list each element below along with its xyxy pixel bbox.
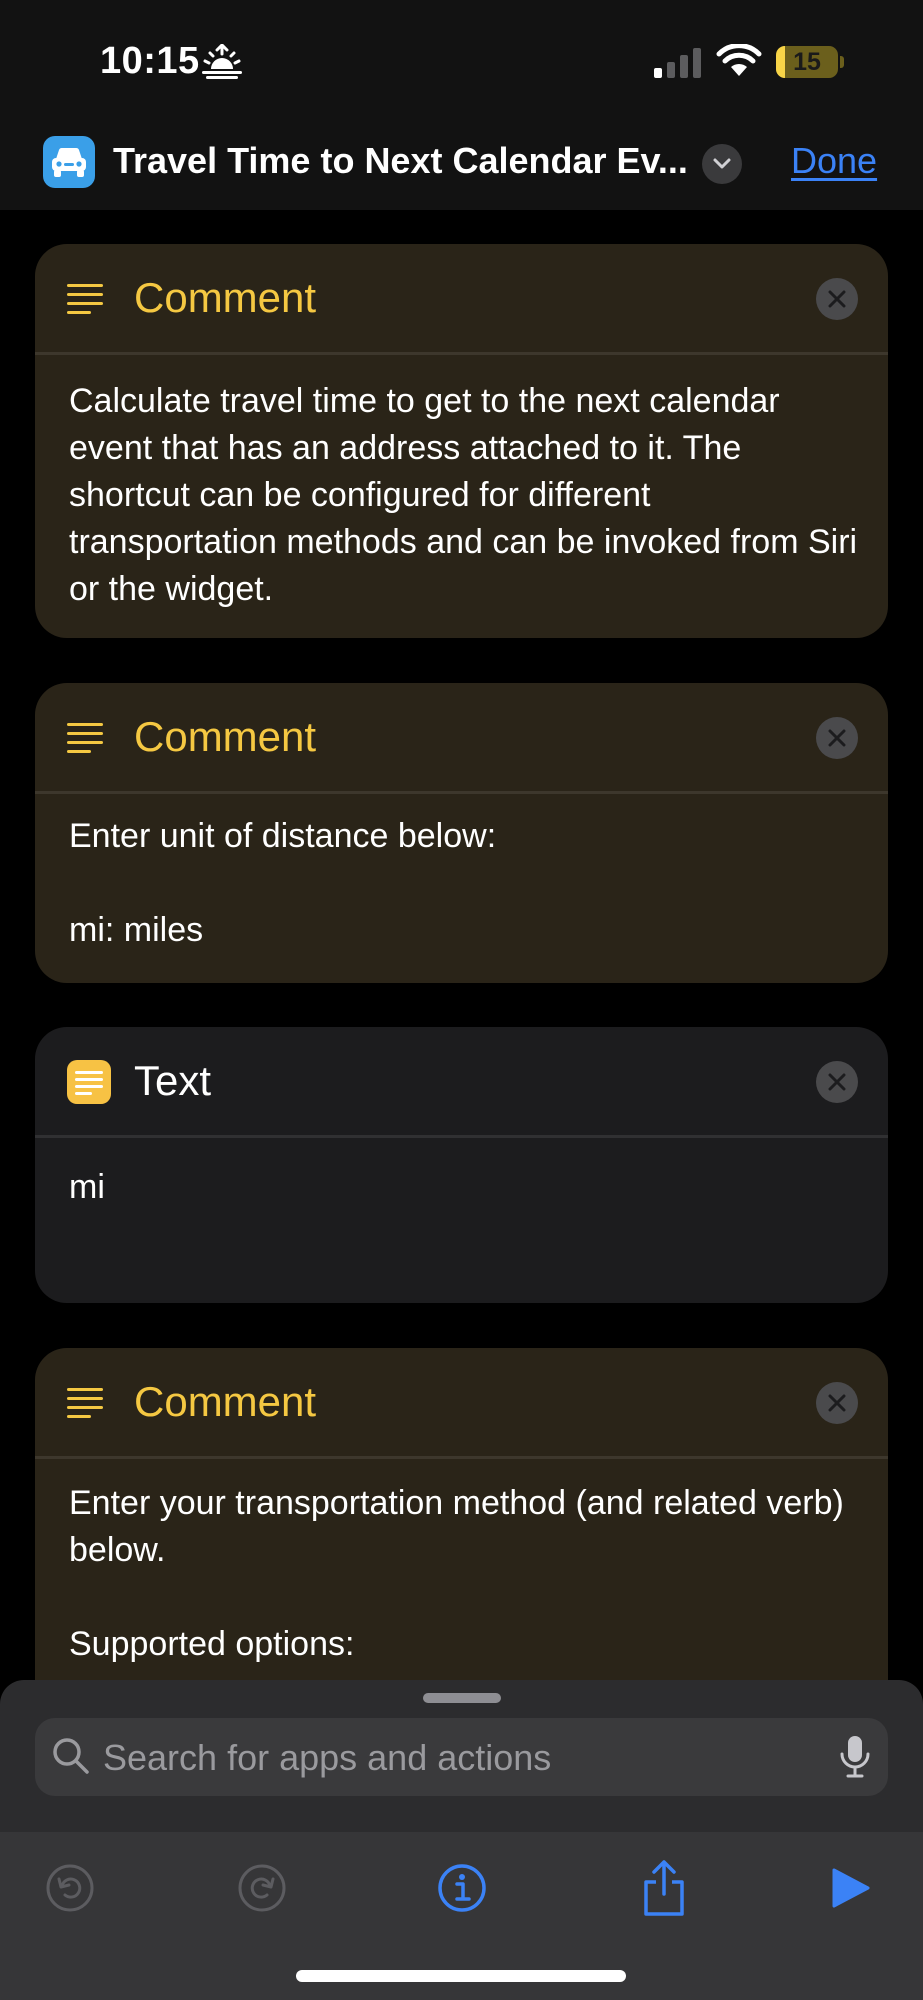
car-icon [52, 147, 86, 177]
microphone-icon[interactable] [838, 1734, 872, 1780]
info-icon[interactable] [430, 1856, 494, 1920]
close-icon [828, 290, 846, 308]
card-divider [35, 791, 888, 794]
card-header: Comment [35, 244, 888, 354]
card-divider [35, 1456, 888, 1459]
comment-action-card[interactable]: Comment Enter unit of distance below: mi… [35, 683, 888, 983]
cellular-signal-icon [654, 48, 701, 78]
comment-text[interactable]: Enter your transportation method (and re… [69, 1480, 858, 1668]
remove-action-button[interactable] [816, 1382, 858, 1424]
text-action-card[interactable]: Text mi [35, 1027, 888, 1303]
text-action-icon [67, 1060, 111, 1104]
battery-icon: 15 [776, 46, 838, 78]
play-icon[interactable] [818, 1856, 882, 1920]
close-icon [828, 729, 846, 747]
share-icon[interactable] [632, 1856, 696, 1920]
done-button[interactable]: Done [791, 140, 877, 182]
redo-icon[interactable] [230, 1856, 294, 1920]
card-title: Comment [134, 713, 317, 760]
text-lines-icon [75, 1071, 103, 1095]
wifi-icon [716, 44, 762, 76]
remove-action-button[interactable] [816, 278, 858, 320]
card-divider [35, 1135, 888, 1138]
card-header: Text [35, 1027, 888, 1137]
close-icon [828, 1073, 846, 1091]
close-icon [828, 1394, 846, 1412]
comment-text[interactable]: Calculate travel time to get to the next… [69, 378, 858, 613]
text-value-field[interactable]: mi [69, 1164, 858, 1211]
comment-action-card[interactable]: Comment Calculate travel time to get to … [35, 244, 888, 638]
shortcut-title[interactable]: Travel Time to Next Calendar Ev... [113, 140, 688, 182]
battery-nub [840, 56, 844, 68]
card-divider [35, 352, 888, 355]
card-title: Comment [134, 1378, 317, 1425]
shortcut-app-icon[interactable] [43, 136, 95, 188]
sheet-grabber[interactable] [423, 1693, 501, 1703]
sunrise-icon [202, 44, 242, 79]
comment-lines-icon [67, 284, 103, 314]
remove-action-button[interactable] [816, 717, 858, 759]
nav-bar: Travel Time to Next Calendar Ev... Done [0, 120, 923, 210]
home-indicator [296, 1970, 626, 1982]
status-bar: 10:15 15 [0, 0, 923, 120]
action-search-sheet [0, 1680, 923, 2000]
undo-icon[interactable] [38, 1856, 102, 1920]
comment-lines-icon [67, 723, 103, 753]
search-input[interactable] [101, 1718, 825, 1798]
card-title: Text [134, 1057, 212, 1104]
battery-level: 15 [793, 48, 821, 76]
remove-action-button[interactable] [816, 1061, 858, 1103]
status-time: 10:15 [100, 40, 200, 82]
chevron-down-icon [713, 158, 731, 169]
comment-text[interactable]: Enter unit of distance below: mi: miles [69, 813, 858, 954]
card-title: Comment [134, 274, 317, 321]
title-menu-button[interactable] [702, 144, 742, 184]
search-bar[interactable] [35, 1718, 888, 1798]
search-icon [53, 1738, 89, 1774]
card-header: Comment [35, 683, 888, 793]
card-header: Comment [35, 1348, 888, 1458]
comment-lines-icon [67, 1388, 103, 1418]
